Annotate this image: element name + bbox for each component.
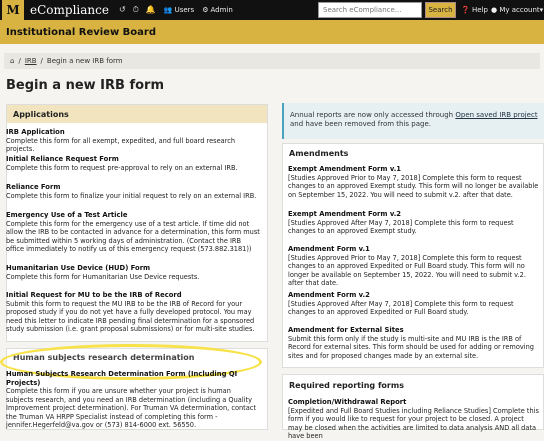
annual-reports-notice: Annual reports are now only accessed thr… [282, 103, 544, 139]
amendment-title[interactable]: Amendment for External Sites [288, 326, 540, 335]
admin-label: Admin [210, 6, 233, 14]
app-item-title[interactable]: IRB Application [6, 128, 260, 137]
amendment-item[interactable]: Amendment Form v.2 [Studies Approved Afte… [288, 291, 540, 317]
app-item-title[interactable]: Humanitarian Use Device (HUD) Form [6, 264, 260, 273]
app-item[interactable]: IRB Application Complete this form for al… [6, 128, 260, 154]
amendment-item[interactable]: Exempt Amendment Form v.2 [Studies Approv… [288, 210, 540, 236]
help-link[interactable]: ❓ Help [461, 6, 488, 14]
app-item-desc: Complete this form for Humanitarian Use … [6, 272, 200, 281]
search-input[interactable]: Search eCompliance... [318, 2, 422, 18]
amendment-title[interactable]: Amendment Form v.2 [288, 291, 540, 300]
app-item[interactable]: Humanitarian Use Device (HUD) Form Comple… [6, 264, 260, 281]
applications-header-label: Applications [7, 105, 267, 123]
toolbar-icons: ↺ ⏱ 🔔 [119, 5, 156, 15]
help-label: Help [471, 6, 488, 14]
app-item-title[interactable]: Emergency Use of a Test Article [6, 211, 260, 220]
admin-link[interactable]: ⚙ Admin [202, 6, 233, 14]
app-item-desc: Complete this form to finalize your init… [6, 191, 257, 200]
reporting-header: Required reporting forms [283, 375, 543, 395]
app-item-desc: Submit this form to request the MU IRB t… [6, 299, 255, 334]
users-icon: 👥 [163, 6, 173, 14]
logo-letter: M [6, 3, 20, 17]
reporting-desc: [Expedited and Full Board Studies includ… [288, 406, 539, 441]
help-icon: ❓ [461, 6, 470, 14]
breadcrumb-sep: / [18, 57, 21, 65]
notice-text-after: and have been removed from this page. [290, 120, 431, 128]
history-icon[interactable]: ↺ [119, 5, 126, 15]
reporting-item[interactable]: Completion/Withdrawal Report [Expedited a… [288, 398, 540, 441]
search-button[interactable]: Search [425, 2, 456, 18]
amendment-desc: Submit this form only if the study is mu… [288, 334, 534, 360]
open-saved-project-link[interactable]: Open saved IRB project [455, 111, 537, 119]
users-link[interactable]: 👥 Users [164, 6, 194, 14]
amendment-desc: [Studies Approved After May 7, 2018] Com… [288, 218, 514, 236]
amendment-title[interactable]: Exempt Amendment Form v.2 [288, 210, 540, 219]
app-item-title[interactable]: Initial Request for MU to be the IRB of … [6, 291, 260, 300]
amendment-item[interactable]: Amendment for External Sites Submit this … [288, 326, 540, 360]
app-item[interactable]: Initial Reliance Request Form Complete th… [6, 155, 260, 172]
amendment-desc: [Studies Approved Prior to May 7, 2018] … [288, 253, 526, 288]
account-menu[interactable]: ● My account▾ [491, 6, 543, 14]
university-logo[interactable]: M [2, 0, 24, 20]
amendment-desc: [Studies Approved Prior to May 7, 2018] … [288, 173, 539, 199]
app-item-title[interactable]: Reliance Form [6, 183, 260, 192]
breadcrumb: ⌂ / IRB / Begin a new IRB form [4, 53, 540, 69]
amendment-item[interactable]: Amendment Form v.1 [Studies Approved Prio… [288, 245, 540, 288]
app-item[interactable]: Emergency Use of a Test Article Complete … [6, 211, 260, 254]
amendment-desc: [Studies Approved After May 7, 2018] Com… [288, 299, 514, 317]
account-label: My account [499, 6, 540, 14]
page-title: Begin a new IRB form [6, 78, 164, 93]
banner-title: Institutional Review Board [6, 26, 157, 38]
app-item-desc: Complete this form for the emergency use… [6, 219, 260, 254]
reporting-header-label: Required reporting forms [283, 375, 543, 395]
app-item[interactable]: Initial Request for MU to be the IRB of … [6, 291, 260, 334]
home-icon[interactable]: ⌂ [10, 57, 14, 65]
amendments-header-label: Amendments [283, 144, 543, 162]
hsrd-item-desc: Complete this form if you are unsure whe… [6, 387, 257, 429]
breadcrumb-sep: / [40, 57, 43, 65]
amendment-title[interactable]: Exempt Amendment Form v.1 [288, 165, 540, 174]
notice-text: Annual reports are now only accessed thr… [290, 111, 456, 119]
app-item-title[interactable]: Initial Reliance Request Form [6, 155, 260, 164]
page-banner: Institutional Review Board [0, 20, 544, 44]
chevron-down-icon: ▾ [539, 6, 544, 14]
app-item-desc: Complete this form to request pre-approv… [6, 163, 238, 172]
user-icon: ● [491, 6, 498, 14]
amendments-header: Amendments [283, 144, 543, 162]
hsrd-item-title[interactable]: Human Subjects Research Determination Fo… [6, 370, 260, 387]
users-label: Users [174, 6, 195, 14]
reporting-title[interactable]: Completion/Withdrawal Report [288, 398, 540, 407]
breadcrumb-current: Begin a new IRB form [46, 57, 123, 65]
amendment-item[interactable]: Exempt Amendment Form v.1 [Studies Approv… [288, 165, 540, 199]
clock-icon[interactable]: ⏱ [133, 5, 139, 15]
bell-icon[interactable]: 🔔 [146, 5, 156, 15]
breadcrumb-irb[interactable]: IRB [25, 57, 37, 65]
app-brand[interactable]: eCompliance [30, 3, 109, 17]
hsrd-item[interactable]: Human Subjects Research Determination Fo… [6, 370, 260, 430]
app-item[interactable]: Reliance Form Complete this form to final… [6, 183, 260, 200]
app-item-desc: Complete this form for all exempt, exped… [6, 136, 236, 154]
applications-header: Applications [7, 105, 267, 123]
amendment-title[interactable]: Amendment Form v.1 [288, 245, 540, 254]
gear-icon: ⚙ [202, 6, 209, 14]
